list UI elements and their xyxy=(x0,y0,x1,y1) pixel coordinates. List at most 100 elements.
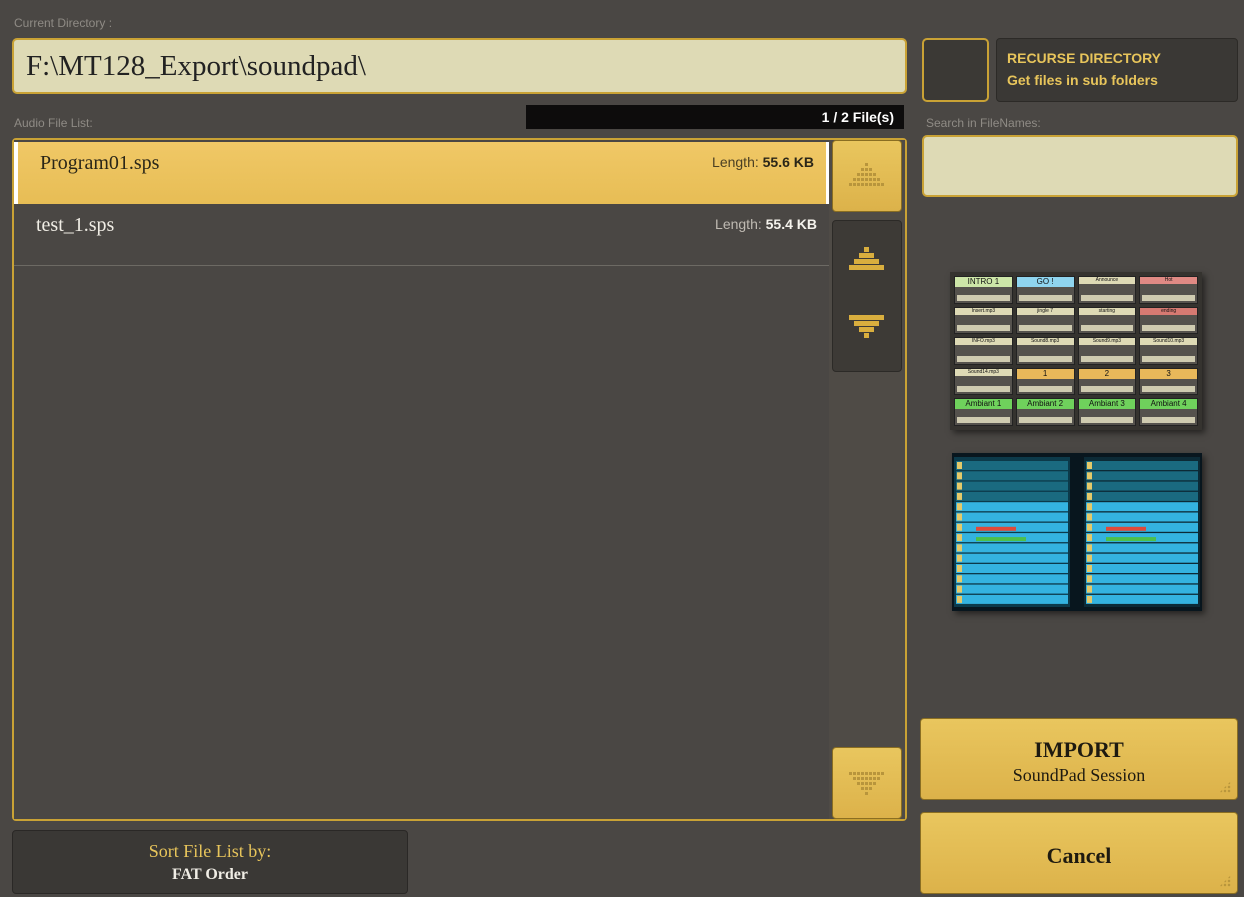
list-preview-marker xyxy=(957,575,962,583)
soundpad-pad-title: Ambiant 2 xyxy=(1016,399,1074,410)
line-up-icon[interactable] xyxy=(847,245,887,277)
directory-path-field[interactable]: F:\MT128_Export\soundpad\ xyxy=(12,38,907,94)
list-preview-marker xyxy=(957,585,962,593)
page-up-button[interactable] xyxy=(832,140,902,212)
list-preview-graphic xyxy=(954,457,1200,607)
soundpad-pad-body xyxy=(1018,325,1072,332)
page-up-icon xyxy=(849,163,884,186)
list-preview-row xyxy=(956,543,1068,553)
soundpad-grid-preview: INTRO 1 GO ! Announce Hot Insert.mp3 jingle 7… xyxy=(950,272,1202,430)
soundpad-pad-body xyxy=(957,417,1010,423)
soundpad-pad-title: INTRO 1 xyxy=(955,277,1012,287)
line-down-icon[interactable] xyxy=(847,313,887,345)
list-preview-marker xyxy=(1087,554,1092,562)
soundpad-pad-body xyxy=(1142,386,1195,393)
directory-path-text: F:\MT128_Export\soundpad\ xyxy=(26,50,366,82)
list-preview-marker xyxy=(957,595,962,603)
corner-grip-icon xyxy=(1219,875,1231,887)
soundpad-pad-title: Insert.mp3 xyxy=(955,307,1012,315)
list-preview-highlight xyxy=(1106,537,1156,542)
audio-file-list-label: Audio File List: xyxy=(14,116,93,130)
soundpad-pad-body xyxy=(1080,325,1134,332)
soundpad-pad-body xyxy=(1018,294,1072,301)
recurse-directory-checkbox[interactable] xyxy=(922,38,989,102)
list-preview-marker xyxy=(1087,595,1092,603)
search-input[interactable] xyxy=(922,135,1238,197)
soundpad-pad-body xyxy=(1142,294,1195,301)
list-preview-row xyxy=(956,461,1068,470)
list-preview-marker xyxy=(1087,472,1092,480)
soundpad-pad: starting xyxy=(1077,306,1137,335)
import-title: IMPORT xyxy=(1034,737,1124,762)
search-label: Search in FileNames: xyxy=(926,116,1041,130)
list-preview-row xyxy=(1086,481,1198,491)
soundpad-pad-title: Sound8.mp3 xyxy=(1016,338,1074,346)
soundpad-pad: 2 xyxy=(1077,367,1137,396)
file-row-selected[interactable]: Program01.sps Length: 55.6 KB xyxy=(14,142,829,204)
soundpad-pad-title: Sound10.mp3 xyxy=(1140,338,1197,346)
file-length-value: 55.6 KB xyxy=(762,154,814,170)
list-preview-row xyxy=(956,481,1068,491)
sort-value: FAT Order xyxy=(172,866,248,883)
soundpad-pad-title: Hot xyxy=(1140,277,1197,284)
file-row[interactable]: test_1.sps Length: 55.4 KB xyxy=(14,204,829,266)
list-preview-marker xyxy=(1087,513,1092,521)
recurse-directory-label[interactable]: RECURSE DIRECTORY Get files in sub folde… xyxy=(996,38,1238,102)
soundpad-pad-body xyxy=(1080,386,1134,393)
soundpad-list-preview xyxy=(952,453,1202,611)
list-preview-row xyxy=(1086,564,1198,573)
soundpad-pad-body xyxy=(1080,355,1134,362)
soundpad-pad-title: Ambiant 1 xyxy=(955,399,1012,410)
cancel-label: Cancel xyxy=(1046,843,1112,868)
soundpad-pad-body xyxy=(957,386,1010,393)
list-preview-row xyxy=(1086,543,1198,553)
page-down-button[interactable] xyxy=(832,747,902,819)
current-directory-label: Current Directory : xyxy=(14,16,113,30)
line-scroll-group xyxy=(832,220,902,372)
list-preview-marker xyxy=(957,462,962,469)
soundpad-pad: Sound14.mp3 xyxy=(954,367,1013,396)
soundpad-pad-body xyxy=(1080,417,1134,423)
soundpad-pad: INTRO 1 xyxy=(954,276,1013,304)
list-preview-row xyxy=(956,553,1068,563)
soundpad-pad-title: Announce xyxy=(1078,277,1136,284)
soundpad-pad-title: 3 xyxy=(1140,368,1197,379)
sort-file-list-button[interactable]: Sort File List by: FAT Order xyxy=(12,830,408,894)
list-preview-marker xyxy=(1087,544,1092,552)
soundpad-pad-title: 2 xyxy=(1078,368,1136,379)
soundpad-pad: Ambiant 3 xyxy=(1077,398,1137,426)
import-button[interactable]: IMPORT SoundPad Session xyxy=(920,718,1238,800)
list-preview-marker xyxy=(957,513,962,521)
soundpad-pad: Insert.mp3 xyxy=(954,306,1013,335)
soundpad-pad: Announce xyxy=(1077,276,1137,304)
soundpad-pad: Sound8.mp3 xyxy=(1015,337,1075,365)
soundpad-pad-body xyxy=(957,355,1010,362)
list-preview-marker xyxy=(1087,482,1092,490)
file-length: Length: 55.6 KB xyxy=(712,154,814,170)
list-preview-marker xyxy=(1087,492,1092,500)
soundpad-pad: ending xyxy=(1139,306,1198,335)
soundpad-pad-body xyxy=(1018,355,1072,362)
soundpad-pad-title: Sound14.mp3 xyxy=(955,368,1012,376)
list-preview-marker xyxy=(957,503,962,511)
list-preview-marker xyxy=(957,492,962,500)
soundpad-pad: Ambiant 1 xyxy=(954,398,1013,426)
list-preview-highlight xyxy=(976,526,1016,531)
soundpad-pad-title: Ambiant 4 xyxy=(1140,399,1197,410)
soundpad-pad: GO ! xyxy=(1015,276,1075,304)
scroll-column xyxy=(829,140,905,819)
list-preview-row xyxy=(956,471,1068,481)
soundpad-pad: Sound9.mp3 xyxy=(1077,337,1137,365)
list-preview-row xyxy=(956,584,1068,594)
list-preview-row xyxy=(1086,584,1198,594)
soundpad-pad-body xyxy=(957,325,1010,332)
soundpad-pad-body xyxy=(1142,355,1195,362)
cancel-button[interactable]: Cancel xyxy=(920,812,1238,894)
list-preview-row xyxy=(1086,491,1198,501)
file-name: test_1.sps xyxy=(36,214,115,236)
soundpad-pad-title: 1 xyxy=(1016,368,1074,379)
list-preview-marker xyxy=(1087,534,1092,542)
soundpad-pad: Ambiant 4 xyxy=(1139,398,1198,426)
soundpad-pad-title: starting xyxy=(1078,307,1136,315)
list-preview-marker xyxy=(957,482,962,490)
